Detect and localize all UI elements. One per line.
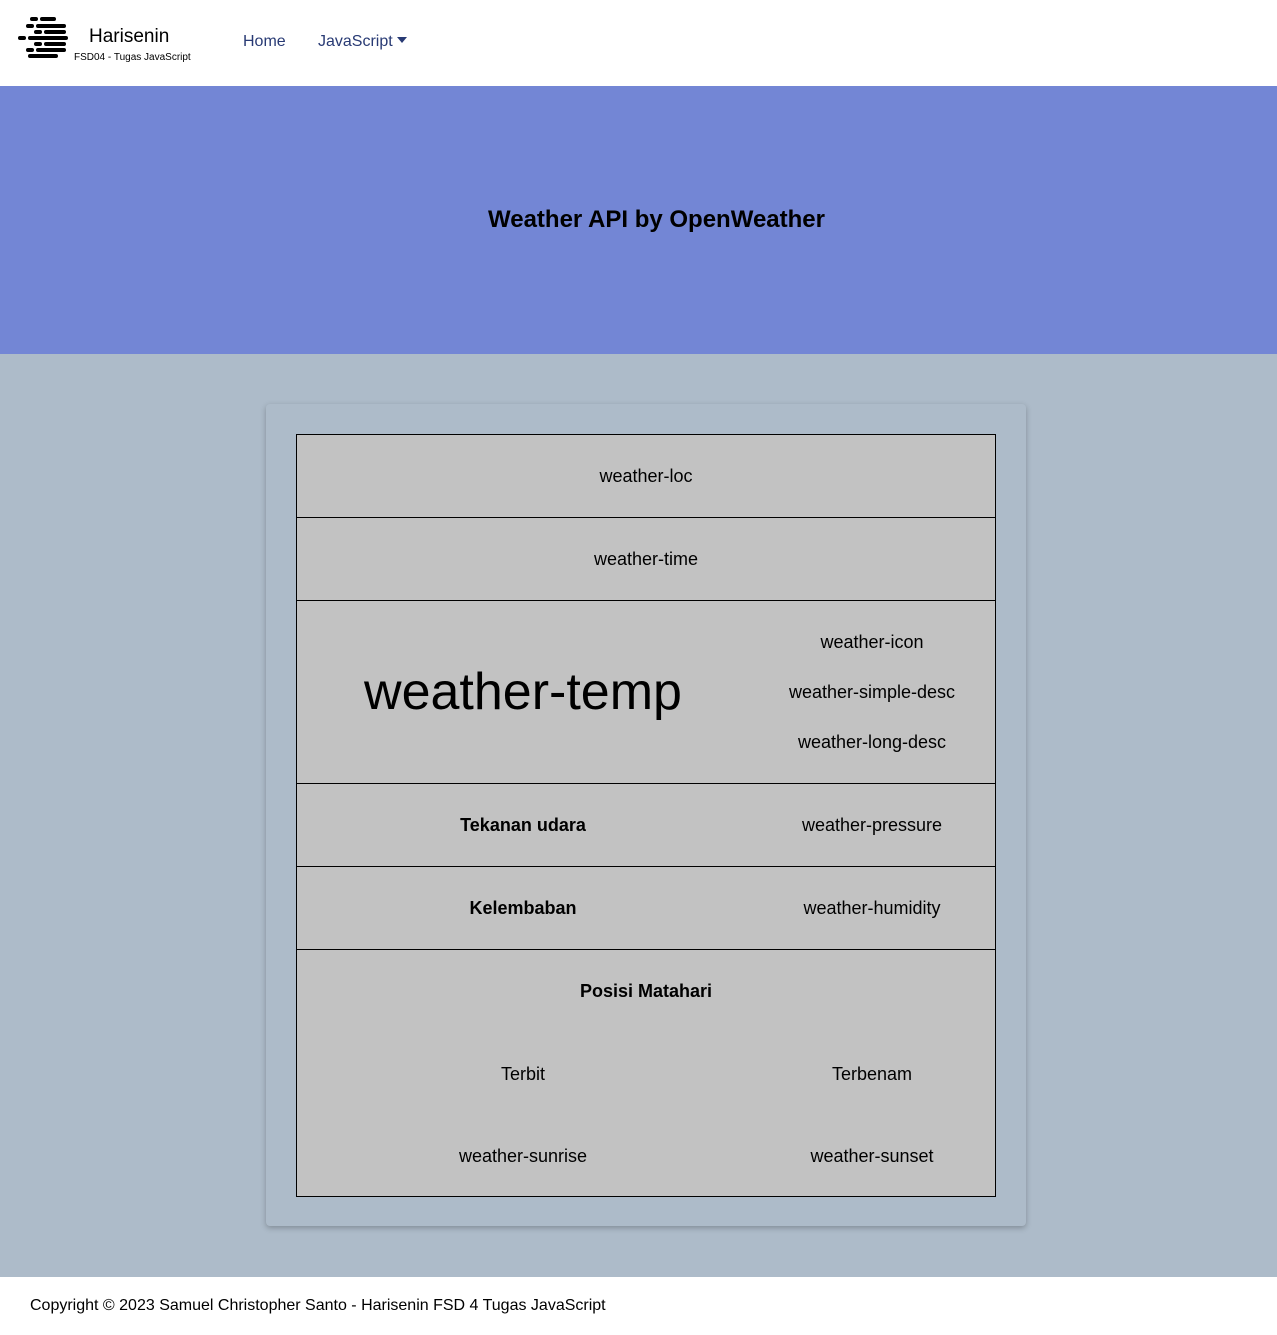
sun-position-row: Posisi Matahari Terbit Terbenam weather-… <box>297 950 995 1197</box>
nav-javascript-dropdown[interactable]: JavaScript <box>318 33 407 51</box>
location-row: weather-loc <box>297 435 995 518</box>
weather-simple-description: weather-simple-desc <box>788 682 956 702</box>
weather-temperature: weather-temp <box>364 663 682 721</box>
weather-time: weather-time <box>593 548 699 569</box>
weather-humidity-value: weather-humidity <box>803 897 941 918</box>
weather-long-description: weather-long-desc <box>797 732 947 752</box>
humidity-row: Kelembaban weather-humidity <box>297 867 995 950</box>
weather-sunrise-value: weather-sunrise <box>458 1145 588 1166</box>
brand-subtitle: FSD04 - Tugas JavaScript <box>74 52 191 63</box>
weather-sunset-value: weather-sunset <box>810 1145 934 1166</box>
temperature-row: weather-temp weather-icon weather-simple… <box>297 601 995 784</box>
brand-name[interactable]: Harisenin <box>89 26 169 48</box>
footer-copyright: Copyright © 2023 Samuel Christopher Sant… <box>30 1297 606 1314</box>
weather-icon-label: weather-icon <box>820 632 924 652</box>
sunset-label: Terbenam <box>831 1063 913 1084</box>
weather-pressure-value: weather-pressure <box>801 814 943 835</box>
sunrise-label: Terbit <box>500 1063 545 1084</box>
weather-location: weather-loc <box>599 465 693 486</box>
weather-table: weather-loc weather-time weather-temp we… <box>296 434 996 1197</box>
navbar: Harisenin FSD04 - Tugas JavaScript Home … <box>0 0 1277 86</box>
nav-home-link[interactable]: Home <box>243 33 286 51</box>
main-section: weather-loc weather-time weather-temp we… <box>0 354 1277 1277</box>
weather-card: weather-loc weather-time weather-temp we… <box>266 404 1026 1226</box>
humidity-label: Kelembaban <box>469 897 577 918</box>
footer: Copyright © 2023 Samuel Christopher Sant… <box>0 1277 1277 1335</box>
page-title: Weather API by OpenWeather <box>488 206 825 233</box>
nav-javascript-label: JavaScript <box>318 33 393 50</box>
pressure-label: Tekanan udara <box>460 814 586 835</box>
hero-banner: Weather API by OpenWeather <box>0 86 1277 354</box>
harisenin-logo-icon[interactable] <box>18 16 70 60</box>
caret-down-icon <box>396 36 407 43</box>
sun-position-title: Posisi Matahari <box>579 981 713 1001</box>
time-row: weather-time <box>297 518 995 601</box>
pressure-row: Tekanan udara weather-pressure <box>297 784 995 867</box>
